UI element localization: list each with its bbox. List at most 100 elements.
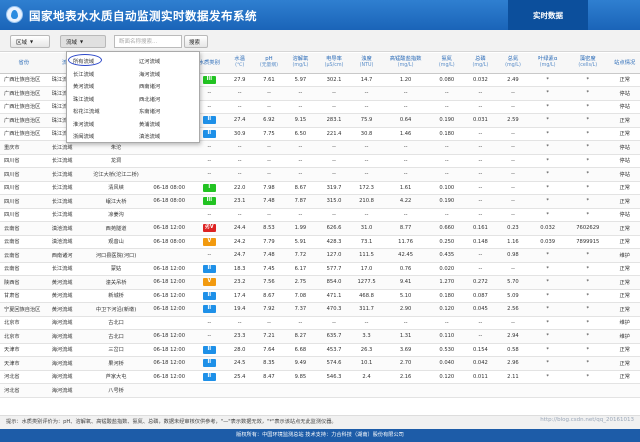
table-cell: -- — [496, 86, 530, 101]
table-cell: 06-18 12:00 — [145, 289, 194, 303]
tab-realtime-data[interactable]: 实时数据 — [508, 0, 588, 30]
page-footer: 版权所有：中国环境监测总站 技术支持：力合科技（湖南）股份有限公司 — [0, 429, 640, 442]
table-cell: -- — [284, 140, 317, 155]
table-cell: 维护 — [609, 248, 640, 263]
table-row[interactable]: 四川省 长江流域 凉姜沟 -- -- -- -- -- -- -- -- -- -- * * 停站 — [0, 208, 640, 222]
table-row[interactable]: 四川省 长江流域 岷江大桥 06-18 08:00 III 23.1 7.48 7.87 315… — [0, 194, 640, 209]
table-cell: 4.22 — [381, 194, 430, 209]
water-quality-badge: 劣V — [202, 224, 216, 233]
table-cell: 06-18 12:00 — [145, 302, 194, 317]
table-row[interactable]: 北京市 海河流域 古北口 -- -- -- -- -- -- -- -- -- -- * * 维护 — [0, 316, 640, 330]
table-row[interactable]: 云南省 西南诸河 河口县医院(河口) -- 24.7 7.48 7.72 127.0 111.5… — [0, 248, 640, 263]
table-cell: -- — [253, 167, 285, 182]
table-cell: 0.031 — [464, 113, 497, 128]
table-cell: 7.79 — [253, 235, 285, 249]
table-cell — [225, 383, 254, 398]
table-row[interactable]: 四川省 长江流域 沱江大桥(沱江二桥) -- -- -- -- -- -- -- -- -- -- * * 停… — [0, 167, 640, 182]
table-cell: * — [529, 316, 567, 330]
table-cell: 黄河流域 — [47, 302, 87, 317]
table-cell: 9.85 — [284, 370, 317, 384]
table-cell: * — [566, 356, 610, 371]
table-row[interactable]: 天津市 海河流域 三岔口 06-18 12:00 II 28.0 7.64 6.68 453.7… — [0, 343, 640, 357]
table-cell: 滇池流域 — [47, 221, 87, 236]
table-row[interactable]: 甘肃省 黄河流域 新城桥 06-18 12:00 II 17.4 8.67 7.08 471.1… — [0, 289, 640, 303]
section-search-input[interactable] — [114, 35, 182, 48]
table-cell: 23.2 — [225, 275, 254, 290]
basin-option[interactable]: 所有流域 — [73, 57, 94, 65]
table-cell: 0.190 — [429, 194, 465, 209]
table-row[interactable]: 云南省 长江流域 蒙姑 06-18 12:00 II 18.3 7.45 6.17 577.7 1… — [0, 262, 640, 276]
basin-option[interactable]: 长江流域 — [73, 70, 94, 78]
table-cell: II — [193, 370, 226, 384]
table-cell — [145, 316, 194, 330]
table-row[interactable]: 云南省 滇池流域 西苑隧道 06-18 12:00 劣V 24.4 8.53 1.99 626.… — [0, 221, 640, 236]
table-cell: 7.48 — [253, 194, 285, 209]
table-cell — [566, 383, 610, 398]
table-cell: * — [529, 154, 567, 168]
table-cell: -- — [429, 86, 465, 101]
basin-option[interactable]: 淮河流域 — [73, 120, 94, 128]
table-cell: 0.148 — [464, 235, 497, 249]
table-cell: 维护 — [609, 316, 640, 330]
basin-option[interactable]: 松花江流域 — [73, 107, 100, 115]
table-row[interactable]: 北京市 海河流域 古北口 06-18 12:00 -- 23.3 7.21 8.27 635.7… — [0, 329, 640, 344]
table-cell — [145, 208, 194, 222]
table-cell: * — [566, 154, 610, 168]
basin-option[interactable]: 浙闽流域 — [73, 132, 94, 140]
table-cell: II — [193, 343, 226, 357]
basin-option[interactable]: 海河流域 — [139, 70, 160, 78]
column-header-unit: (mg/L) — [292, 62, 309, 68]
table-cell: 7.64 — [253, 343, 285, 357]
table-cell: 正常 — [609, 289, 640, 303]
table-cell: 2.4 — [351, 370, 382, 384]
basin-option[interactable]: 西北诸河 — [139, 95, 160, 103]
basin-option[interactable]: 辽河流域 — [139, 57, 160, 65]
table-row[interactable]: 宁夏回族自治区 黄河流域 中卫下河沿(新墩) 06-18 12:00 II 19.4 7.9… — [0, 302, 640, 317]
table-cell: 7.72 — [284, 248, 317, 263]
table-row[interactable]: 天津市 海河流域 果河桥 06-18 12:00 II 24.5 8.35 9.49 574.6… — [0, 356, 640, 371]
column-header-label: 水质类别 — [198, 59, 220, 66]
water-quality-badge: II — [202, 116, 216, 125]
table-cell: 广西壮族自治区 — [0, 100, 48, 114]
table-row[interactable]: 四川省 长江流域 清风峡 06-18 08:00 I 22.0 7.98 8.67 319.7 1… — [0, 181, 640, 195]
table-cell: -- — [316, 167, 352, 182]
table-row[interactable]: 河北省 海河流域 八号桥 — [0, 383, 640, 398]
basin-option[interactable]: 滇池流域 — [139, 132, 160, 140]
column-header-label: 叶绿素α — [537, 56, 558, 63]
table-cell: 28.0 — [225, 343, 254, 357]
basin-filter-button[interactable]: 流域 ▼ — [60, 35, 106, 48]
table-cell — [351, 383, 382, 398]
table-cell: 0.58 — [496, 343, 530, 357]
table-cell: 27.9 — [225, 73, 254, 87]
basin-option[interactable]: 西南诸河 — [139, 82, 160, 90]
basin-option[interactable]: 黄河流域 — [73, 82, 94, 90]
table-cell: 172.3 — [351, 181, 382, 195]
table-cell: 221.4 — [316, 127, 352, 141]
table-cell: 海河流域 — [47, 316, 87, 330]
table-cell: 甘肃省 — [0, 289, 48, 303]
table-cell: I — [193, 181, 226, 195]
table-row[interactable]: 云南省 滇池流域 观音山 06-18 08:00 V 24.2 7.79 5.91 428.3 7… — [0, 235, 640, 249]
region-filter-button[interactable]: 区域 ▼ — [10, 35, 50, 48]
table-cell: 凉姜沟 — [86, 208, 146, 222]
table-row[interactable]: 陕西省 黄河流域 潼关吊桥 06-18 12:00 V 23.2 7.56 2.75 854.0… — [0, 275, 640, 290]
basin-option[interactable]: 黄浦流域 — [139, 120, 160, 128]
basin-option[interactable]: 珠江流域 — [73, 95, 94, 103]
table-cell: 1277.5 — [351, 275, 382, 290]
table-cell: 1.31 — [381, 329, 430, 344]
table-row[interactable]: 四川省 长江流域 龙洞 -- -- -- -- -- -- -- -- -- -- * * 停站 — [0, 154, 640, 168]
table-cell: -- — [464, 262, 497, 276]
basin-option[interactable]: 东南诸河 — [139, 107, 160, 115]
table-cell: * — [529, 140, 567, 155]
table-cell: -- — [316, 86, 352, 101]
table-cell: -- — [351, 140, 382, 155]
table-cell: 四川省 — [0, 181, 48, 195]
table-cell: 06-18 12:00 — [145, 343, 194, 357]
table-cell: * — [529, 208, 567, 222]
table-cell: -- — [496, 100, 530, 114]
column-header-unit: (mg/L) — [397, 62, 414, 68]
table-row[interactable]: 河北省 海河流域 芦家大屯 06-18 12:00 II 25.4 8.47 9.85 546.… — [0, 370, 640, 384]
search-button[interactable]: 搜索 — [184, 35, 208, 48]
table-cell: 0.530 — [429, 343, 465, 357]
table-cell: 471.1 — [316, 289, 352, 303]
